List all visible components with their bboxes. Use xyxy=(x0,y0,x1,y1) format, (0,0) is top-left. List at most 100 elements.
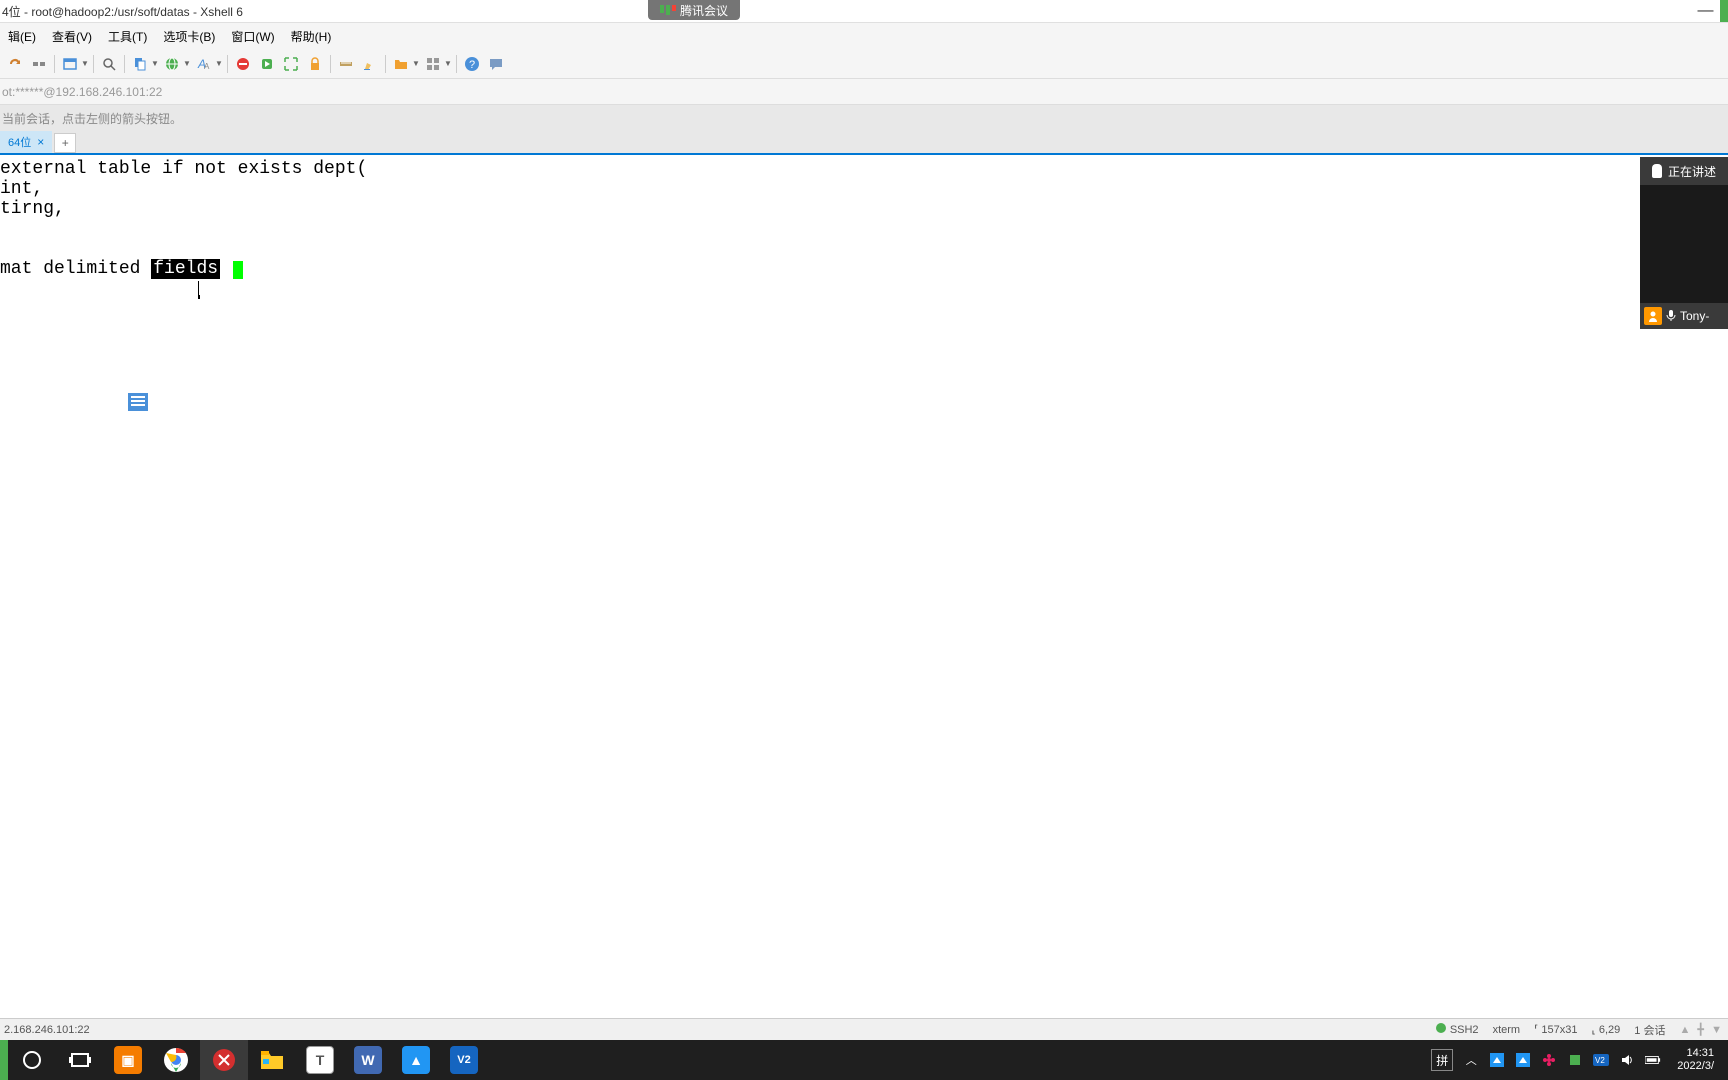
clock-time: 14:31 xyxy=(1677,1047,1714,1060)
tencent-label: 腾讯会议 xyxy=(680,2,728,19)
cursor-icon xyxy=(233,261,243,279)
cortana-button[interactable] xyxy=(8,1040,56,1080)
window-edge-icon xyxy=(1720,0,1728,22)
taskbar-app-vmware[interactable]: ▣ xyxy=(104,1040,152,1080)
grid-dropdown[interactable]: ▼ xyxy=(422,53,452,75)
ime-indicator[interactable]: 拼 xyxy=(1431,1049,1453,1071)
signal-icon xyxy=(660,5,676,15)
tray-puzzle-icon[interactable] xyxy=(1567,1052,1583,1068)
text-icon: T xyxy=(306,1046,334,1074)
vnc-icon: V2 xyxy=(450,1046,478,1074)
wps-icon: W xyxy=(354,1046,382,1074)
run-icon[interactable] xyxy=(256,53,278,75)
window-controls: — xyxy=(1683,0,1728,22)
separator xyxy=(385,55,386,73)
windows-taskbar: ▣ T W ▲ V2 拼 ︿ V2 14:31 2022/3/ xyxy=(0,1040,1728,1080)
task-view-button[interactable] xyxy=(56,1040,104,1080)
xshell-icon xyxy=(211,1047,237,1073)
menu-tools[interactable]: 工具(T) xyxy=(102,24,153,49)
menu-view[interactable]: 查看(V) xyxy=(46,24,98,49)
session-tab[interactable]: 64位 × xyxy=(0,131,52,153)
meeting-status: 正在讲述 xyxy=(1668,163,1716,180)
folder-icon xyxy=(259,1049,285,1071)
stop-icon[interactable] xyxy=(232,53,254,75)
tab-label: 64位 xyxy=(8,134,31,150)
participant-name: Tony- xyxy=(1680,309,1709,323)
menu-help[interactable]: 帮助(H) xyxy=(285,24,338,49)
tray-flower-icon[interactable] xyxy=(1541,1052,1557,1068)
volume-icon[interactable] xyxy=(1619,1052,1635,1068)
meeting-icon: ▲ xyxy=(402,1046,430,1074)
session-dropdown[interactable]: ▼ xyxy=(59,53,89,75)
add-tab-button[interactable]: + xyxy=(54,133,76,153)
title-bar: 4位 - root@hadoop2:/usr/soft/datas - Xshe… xyxy=(0,0,1728,23)
meeting-participant[interactable]: Tony- xyxy=(1640,303,1728,329)
address-bar[interactable]: ot:******@192.168.246.101:22 xyxy=(0,79,1728,105)
folder-dropdown[interactable]: ▼ xyxy=(390,53,420,75)
taskbar-app-chrome[interactable] xyxy=(152,1040,200,1080)
separator xyxy=(330,55,331,73)
separator xyxy=(456,55,457,73)
taskbar-app-notepad[interactable]: T xyxy=(296,1040,344,1080)
menu-bar: 辑(E) 查看(V) 工具(T) 选项卡(B) 窗口(W) 帮助(H) xyxy=(0,23,1728,49)
battery-icon[interactable] xyxy=(1645,1052,1661,1068)
status-terminal-type: xterm xyxy=(1493,1024,1521,1036)
taskbar-app-wps[interactable]: W xyxy=(344,1040,392,1080)
terminal-line: mat delimited fields xyxy=(0,259,1728,279)
tencent-meeting-badge[interactable]: 腾讯会议 xyxy=(648,0,740,20)
highlight-icon[interactable] xyxy=(359,53,381,75)
tab-bar: 64位 × + xyxy=(0,131,1728,155)
taskbar-app-tencent-meeting[interactable]: ▲ xyxy=(392,1040,440,1080)
status-cursor-pos: ⸤ 6,29 xyxy=(1592,1023,1621,1036)
connected-icon xyxy=(1436,1023,1446,1033)
taskbar-app-vnc[interactable]: V2 xyxy=(440,1040,488,1080)
taskbar-app-xshell[interactable] xyxy=(200,1040,248,1080)
svg-text:A: A xyxy=(204,62,210,71)
globe-dropdown[interactable]: ▼ xyxy=(161,53,191,75)
terminal-area[interactable]: external table if not exists dept( int, … xyxy=(0,157,1728,1054)
menu-window[interactable]: 窗口(W) xyxy=(225,24,280,49)
help-icon[interactable]: ? xyxy=(461,53,483,75)
tray-chevron-up-icon[interactable]: ︿ xyxy=(1463,1052,1479,1068)
close-icon[interactable]: × xyxy=(37,135,44,149)
cortana-icon xyxy=(23,1051,41,1069)
menu-tabs[interactable]: 选项卡(B) xyxy=(157,24,221,49)
tray-app-icon[interactable] xyxy=(1489,1052,1505,1068)
ruler-icon[interactable] xyxy=(335,53,357,75)
taskbar-app-explorer[interactable] xyxy=(248,1040,296,1080)
reconnect-icon[interactable] xyxy=(4,53,26,75)
menu-edit[interactable]: 辑(E) xyxy=(2,24,42,49)
text-cursor-icon xyxy=(198,281,200,299)
status-size: ⸢ 157x31 xyxy=(1534,1023,1577,1036)
window-title: 4位 - root@hadoop2:/usr/soft/datas - Xshe… xyxy=(0,3,243,20)
svg-text:?: ? xyxy=(469,59,475,71)
task-view-icon xyxy=(71,1053,89,1067)
vmware-icon: ▣ xyxy=(114,1046,142,1074)
meeting-panel[interactable]: 正在讲述 Tony- xyxy=(1640,157,1728,329)
separator xyxy=(93,55,94,73)
fullscreen-icon[interactable] xyxy=(280,53,302,75)
font-dropdown[interactable]: AA▼ xyxy=(193,53,223,75)
disconnect-icon[interactable] xyxy=(28,53,50,75)
status-nav-icon[interactable]: ▲ ╋ ▼ xyxy=(1679,1023,1724,1036)
hint-text: 当前会话，点击左侧的箭头按钮。 xyxy=(2,110,182,127)
start-edge-icon xyxy=(0,1040,8,1080)
copy-dropdown[interactable]: ▼ xyxy=(129,53,159,75)
meeting-status-bar: 正在讲述 xyxy=(1640,157,1728,185)
clock[interactable]: 14:31 2022/3/ xyxy=(1671,1047,1720,1073)
tray-app-icon[interactable] xyxy=(1515,1052,1531,1068)
terminal-line xyxy=(0,219,1728,239)
toolbar: ▼ ▼ ▼ AA▼ ▼ ▼ ? xyxy=(0,49,1728,79)
chrome-icon xyxy=(163,1047,189,1073)
status-connection: 2.168.246.101:22 xyxy=(4,1024,1436,1036)
meeting-video-area xyxy=(1640,185,1728,303)
avatar-icon xyxy=(1644,307,1662,325)
lock-icon[interactable] xyxy=(304,53,326,75)
terminal-line: tirng, xyxy=(0,199,1728,219)
terminal-line: int, xyxy=(0,179,1728,199)
tray-vnc-icon[interactable]: V2 xyxy=(1593,1052,1609,1068)
search-icon[interactable] xyxy=(98,53,120,75)
separator xyxy=(124,55,125,73)
hint-bar: 当前会话，点击左侧的箭头按钮。 xyxy=(0,105,1728,131)
chat-icon[interactable] xyxy=(485,53,507,75)
